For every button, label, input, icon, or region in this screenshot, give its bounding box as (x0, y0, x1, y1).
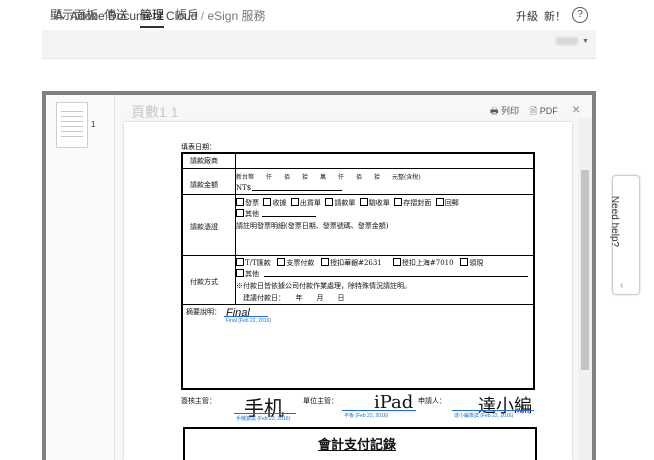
tab-account[interactable]: 帳戶 (175, 6, 199, 23)
whats-new-link[interactable]: 新！ (544, 8, 566, 24)
dept-sig-stamp: 平板 (Feb 22, 2016) (344, 413, 389, 419)
voucher-other-underline (262, 216, 316, 217)
dept-head-label: 單位主管： (303, 397, 338, 405)
pay-opt-check: 支票付款 (286, 259, 315, 267)
voucher-checkbox-passbook[interactable] (394, 198, 403, 206)
pay-date: 建議付款日： 年 月 日 (243, 294, 345, 302)
summary-sig-stamp: Final (Feb 22, 2016) (226, 318, 272, 324)
chevron-left-icon[interactable]: ‹ (620, 280, 623, 291)
need-help-tab[interactable]: Need help? (609, 175, 640, 295)
thumbnail-panel (46, 95, 115, 460)
voucher-opt-request: 請款單 (334, 199, 356, 207)
voucher-checkbox-other[interactable] (236, 209, 244, 217)
form-date-label: 填表日期： (181, 143, 216, 151)
voucher-checkbox-return[interactable] (435, 198, 444, 206)
tab-send[interactable]: 傳送 (104, 6, 128, 23)
applicant-sig-line (452, 410, 534, 411)
approver-sig-line (234, 413, 296, 414)
pay-options: T/T匯款 支票付款 授扣華銀#2631 授扣上海#7010 領現 (236, 258, 483, 268)
pay-opt-cash: 領現 (469, 259, 484, 267)
print-button[interactable]: 🖶 列印 (490, 104, 519, 120)
voucher-checkbox-invoice[interactable] (236, 198, 244, 206)
account-menu[interactable] (556, 37, 578, 45)
page-indicator: 頁數1 1 (131, 104, 179, 120)
applicant-label: 申請人： (418, 397, 446, 405)
accounting-record-title: 會計支付記錄 (318, 438, 397, 453)
scrollbar-thumb[interactable] (581, 170, 589, 370)
voucher-opt-receipt: 收據 (272, 199, 287, 207)
upgrade-link[interactable]: 升級 (516, 8, 538, 24)
summary-sig-line (224, 316, 268, 317)
pdf-button[interactable]: 🗎 PDF (530, 104, 558, 120)
file-icon: 🗎 (530, 106, 538, 116)
close-icon[interactable]: × (572, 101, 580, 117)
voucher-note: 請註明發票明細(發票日期、發票號碼、發票金額) (236, 222, 389, 230)
amount-label: 請款金額 (190, 181, 218, 189)
voucher-options: 發票 收據 出貨單 請款單 驗收單 存摺封面 回郵 (236, 198, 459, 208)
pay-other-underline (264, 276, 528, 277)
pay-checkbox-shanghai[interactable] (392, 258, 401, 266)
pay-checkbox-other[interactable] (236, 269, 244, 277)
pay-checkbox-check[interactable] (277, 258, 286, 266)
voucher-label: 請款憑證 (190, 223, 218, 231)
voucher-other-label: 其他 (245, 210, 259, 218)
voucher-checkbox-acceptance[interactable] (359, 198, 368, 206)
print-label: 列印 (501, 106, 520, 116)
printer-icon: 🖶 (490, 106, 499, 116)
voucher-opt-invoice: 發票 (245, 199, 259, 207)
voucher-opt-shipping: 出貨單 (299, 199, 321, 207)
page-thumbnail[interactable] (56, 102, 88, 148)
voucher-other: 其他 (236, 209, 259, 219)
pay-opt-tt: T/T匯款 (245, 259, 271, 267)
voucher-checkbox-receipt[interactable] (263, 198, 272, 206)
pay-method-label: 付款方式 (190, 278, 218, 286)
voucher-checkbox-shipping[interactable] (290, 198, 299, 206)
pay-other: 其他 (236, 269, 259, 279)
pay-note: ※付款日皆依據公司付款作業處理，除特殊情況請註明。 (236, 282, 411, 290)
applicant-sig-stamp: 達小編簽試 (Feb 22, 2016) (454, 413, 514, 419)
pay-checkbox-cash[interactable] (460, 258, 469, 266)
amount-nts: NT$ (236, 184, 252, 192)
payment-request-form (181, 152, 535, 390)
pdf-label: PDF (539, 106, 558, 116)
tab-dashboard[interactable]: 顯示面板 (50, 6, 98, 23)
amount-underline (252, 190, 342, 191)
voucher-opt-return: 回郵 (444, 199, 459, 207)
help-icon[interactable]: ? (572, 7, 588, 23)
approver-label: 簽核主管： (181, 397, 216, 405)
pay-checkbox-tt[interactable] (236, 258, 244, 266)
voucher-checkbox-request[interactable] (325, 198, 334, 206)
pay-other-label: 其他 (245, 270, 259, 278)
need-help-label: Need help? (609, 195, 621, 248)
brand-title[interactable]: Adobe Document Cloud / eSign 服務 (70, 7, 265, 24)
vendor-label: 請款廠商 (190, 157, 218, 165)
tab-manage[interactable]: 管理 (140, 6, 165, 28)
pay-checkbox-hua[interactable] (321, 258, 330, 266)
pay-opt-shanghai: 授扣上海#7010 (401, 259, 454, 267)
summary-label: 摘要說明： (186, 308, 221, 316)
chevron-down-icon[interactable]: ▼ (582, 38, 589, 45)
thumbnail-page-number: 1 (91, 120, 96, 129)
voucher-opt-acceptance: 驗收單 (368, 199, 390, 207)
product-name: eSign 服務 (207, 9, 266, 23)
amount-text: 新台幣 仟 佰 拾 萬 仟 佰 拾 元整(含稅) (236, 174, 421, 181)
approver-sig-stamp: 手機簽試 (Feb 22, 2016) (236, 416, 291, 422)
pay-opt-hua: 授扣華銀#2631 (330, 259, 382, 267)
voucher-opt-passbook: 存摺封面 (403, 199, 432, 207)
dept-sig-line (342, 410, 416, 411)
brand-separator: / (200, 9, 205, 23)
main-nav (42, 30, 596, 59)
